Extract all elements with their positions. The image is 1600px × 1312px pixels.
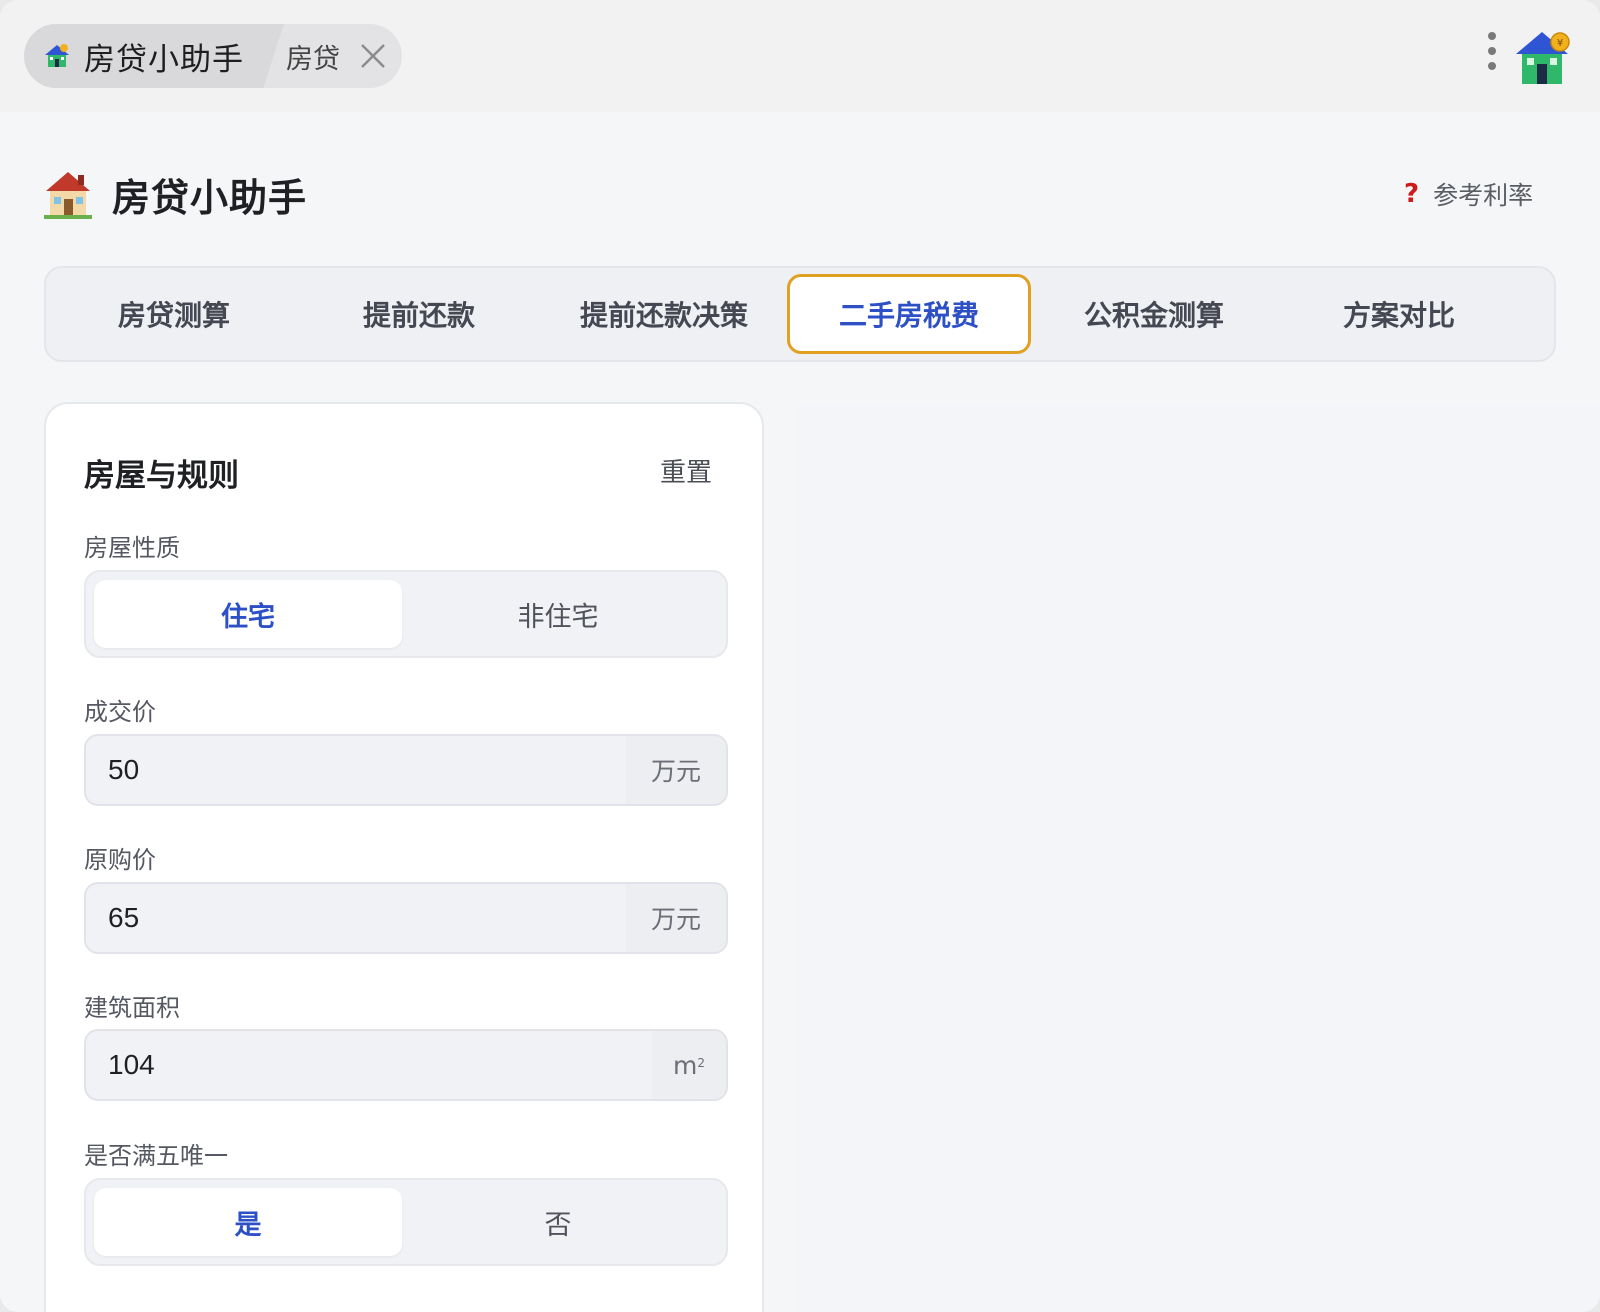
reference-rate-link[interactable]: ? 参考利率: [1404, 174, 1533, 214]
page-title: 房贷小助手: [112, 175, 308, 220]
tab-second-hand-tax[interactable]: 二手房税费: [787, 274, 1031, 354]
tab-prepayment[interactable]: 提前还款: [297, 274, 541, 354]
card-title: 房屋与规则: [84, 458, 239, 494]
tab-mortgage[interactable]: 房贷: [286, 24, 340, 88]
question-mark-icon: ?: [1404, 179, 1420, 209]
tab-housing-fund[interactable]: 公积金测算: [1032, 274, 1276, 354]
tab-home[interactable]: 房贷小助手: [24, 24, 284, 88]
area-label: 建筑面积: [84, 994, 180, 1022]
kebab-menu-icon[interactable]: [1482, 32, 1502, 76]
tab-plan-compare[interactable]: 方案对比: [1277, 274, 1521, 354]
original-price-field: 万元: [84, 882, 728, 954]
original-price-input[interactable]: [86, 884, 630, 952]
five-unique-no[interactable]: 否: [404, 1188, 712, 1256]
five-unique-toggle: 是 否: [84, 1178, 728, 1266]
house-type-toggle: 住宅 非住宅: [84, 570, 728, 658]
reference-rate-label: 参考利率: [1433, 181, 1534, 210]
house-emoji-icon: [44, 172, 92, 219]
app-window: 房贷小助手 房贷 ¥ 房贷小助手 ? 参考利率 房贷测算 提前还款 提前还款决策…: [0, 0, 1600, 1312]
results-panel: [798, 404, 1600, 1312]
reset-button[interactable]: 重置: [660, 452, 712, 489]
house-icon: [45, 44, 69, 67]
deal-price-field: 万元: [84, 734, 728, 806]
house-type-non-residential[interactable]: 非住宅: [404, 580, 712, 648]
tab-prepayment-decision[interactable]: 提前还款决策: [542, 274, 786, 354]
house-type-residential[interactable]: 住宅: [94, 580, 402, 648]
close-icon[interactable]: [359, 42, 387, 70]
tab-mortgage-label: 房贷: [286, 43, 340, 75]
tab-group: 房贷小助手 房贷: [24, 24, 402, 88]
deal-price-unit: 万元: [626, 736, 726, 804]
calculator-tabs: 房贷测算 提前还款 提前还款决策 二手房税费 公积金测算 方案对比: [44, 266, 1556, 362]
area-unit-sup: 2: [697, 1056, 705, 1070]
five-unique-label: 是否满五唯一: [84, 1142, 228, 1170]
title-bar: 房贷小助手 房贷 ¥: [0, 0, 1600, 112]
tab-mortgage-calc[interactable]: 房贷测算: [52, 274, 296, 354]
page-header: 房贷小助手: [44, 164, 307, 224]
house-rules-card: 房屋与规则 重置 房屋性质 住宅 非住宅 成交价 万元 原购价 万元 建筑面积 …: [44, 402, 764, 1312]
deal-price-label: 成交价: [84, 698, 156, 726]
deal-price-input[interactable]: [86, 736, 630, 804]
five-unique-yes[interactable]: 是: [94, 1188, 402, 1256]
area-unit-base: m: [673, 1050, 698, 1080]
original-price-unit: 万元: [626, 884, 726, 952]
svg-text:¥: ¥: [1557, 38, 1563, 49]
original-price-label: 原购价: [84, 846, 156, 874]
area-unit: m2: [652, 1031, 726, 1099]
area-field: m2: [84, 1029, 728, 1101]
area-input[interactable]: [86, 1031, 656, 1099]
house-coin-logo-icon: ¥: [1516, 32, 1570, 84]
tab-home-label: 房贷小助手: [84, 41, 244, 78]
house-type-label: 房屋性质: [84, 534, 180, 562]
